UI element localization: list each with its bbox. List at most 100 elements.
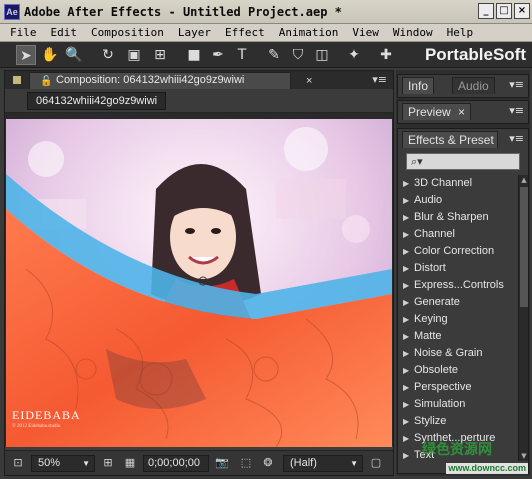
menu-layer[interactable]: Layer — [178, 25, 211, 41]
clone-stamp-tool-icon[interactable]: ⛉ — [288, 45, 308, 65]
composition-image: EIDEBABA © 2012 Eidebaba.studio — [6, 119, 392, 447]
expand-triangle-icon: ▶ — [403, 213, 410, 222]
expand-triangle-icon: ▶ — [403, 417, 410, 426]
expand-triangle-icon: ▶ — [403, 400, 410, 409]
close-tab-icon[interactable]: × — [458, 105, 465, 119]
effect-category[interactable]: ▶ Obsolete — [400, 362, 516, 379]
expand-triangle-icon: ▶ — [403, 196, 410, 205]
effect-category-label: Audio — [414, 194, 443, 206]
effect-category-label: Generate — [414, 296, 460, 308]
pin-tool-icon[interactable]: ✚ — [376, 45, 396, 65]
scroll-down-icon[interactable]: ▼ — [519, 451, 529, 461]
zoom-dropdown[interactable]: 50% ▼ — [31, 455, 95, 472]
mask-visibility-icon[interactable]: ▦ — [123, 456, 137, 470]
brush-tool-icon[interactable]: ✎ — [264, 45, 284, 65]
menu-edit[interactable]: Edit — [51, 25, 78, 41]
panel-menu-icon[interactable]: ▾≡ — [509, 78, 524, 92]
brand-label: PortableSoft — [424, 45, 526, 64]
effect-category[interactable]: ▶ Blur & Sharpen — [400, 209, 516, 226]
expand-triangle-icon: ▶ — [403, 451, 410, 460]
puppet-tool-icon[interactable]: ✦ — [344, 45, 364, 65]
composition-navigator: 064132whiii42go9z9wiwi — [5, 89, 393, 113]
expand-triangle-icon: ▶ — [403, 434, 410, 443]
tab-info[interactable]: Info — [402, 77, 435, 94]
menu-bar: File Edit Composition Layer Effect Anima… — [0, 24, 532, 42]
snapshot-icon[interactable]: 📷 — [215, 456, 229, 470]
effects-scrollbar[interactable]: ▲ ▼ — [518, 175, 528, 461]
composition-name-button[interactable]: 064132whiii42go9z9wiwi — [27, 92, 167, 110]
menu-file[interactable]: File — [10, 25, 37, 41]
effect-category[interactable]: ▶ Matte — [400, 328, 516, 345]
effect-category-label: Keying — [414, 313, 448, 325]
camera-tool-icon[interactable]: ▣ — [124, 45, 144, 65]
panel-menu-icon[interactable]: ▾≡ — [509, 132, 524, 146]
menu-animation[interactable]: Animation — [279, 25, 339, 41]
effect-category[interactable]: ▶ Perspective — [400, 379, 516, 396]
pan-behind-tool-icon[interactable]: ⊞ — [150, 45, 170, 65]
window-title: Adobe After Effects - Untitled Project.a… — [24, 5, 342, 19]
text-tool-icon[interactable]: T — [232, 45, 252, 65]
zoom-tool-icon[interactable]: 🔍 — [64, 45, 84, 65]
minimize-button[interactable]: _ — [478, 3, 494, 19]
effect-category[interactable]: ▶ Color Correction — [400, 243, 516, 260]
photo-watermark: EIDEBABA © 2012 Eidebaba.studio — [12, 409, 81, 433]
scroll-up-icon[interactable]: ▲ — [519, 175, 529, 185]
effect-category-label: Perspective — [414, 381, 472, 393]
menu-composition[interactable]: Composition — [91, 25, 164, 41]
panel-menu-icon[interactable]: ▾≡ — [509, 104, 524, 118]
effect-category[interactable]: ▶ Channel — [400, 226, 516, 243]
tab-effects-presets[interactable]: Effects & Preset — [402, 131, 498, 148]
lock-icon[interactable]: 🔓 — [40, 74, 52, 89]
tab-composition[interactable]: 🔓 Composition: 064132whiii42go9z9wiwi × — [29, 72, 312, 89]
selection-tool-icon[interactable]: ➤ — [16, 45, 36, 65]
hand-tool-icon[interactable]: ✋ — [40, 45, 60, 65]
eraser-tool-icon[interactable]: ◫ — [312, 45, 332, 65]
close-tab-icon[interactable]: × — [306, 74, 312, 89]
effect-category-label: Simulation — [414, 398, 466, 410]
effect-category[interactable]: ▶ Noise & Grain — [400, 345, 516, 362]
region-of-interest-icon[interactable]: ▢ — [369, 456, 383, 470]
resolution-dropdown[interactable]: (Half) ▼ — [283, 455, 363, 472]
color-channel-icon[interactable]: ❂ — [261, 456, 275, 470]
rectangle-tool-icon[interactable]: ■ — [184, 45, 204, 65]
tab-preview[interactable]: Preview × — [402, 103, 472, 120]
effect-category-label: Channel — [414, 228, 455, 240]
expand-triangle-icon: ▶ — [403, 247, 410, 256]
effect-category[interactable]: ▶ Audio — [400, 192, 516, 209]
rotation-tool-icon[interactable]: ↻ — [98, 45, 118, 65]
effect-category[interactable]: ▶ Stylize — [400, 413, 516, 430]
tab-info-label: Info — [408, 79, 429, 93]
effect-category[interactable]: ▶ Simulation — [400, 396, 516, 413]
effect-category[interactable]: ▶ Keying — [400, 311, 516, 328]
effect-category-label: Obsolete — [414, 364, 459, 376]
pen-tool-icon[interactable]: ✒ — [208, 45, 228, 65]
grid-icon[interactable]: ⊞ — [101, 456, 115, 470]
effect-category[interactable]: ▶ Distort — [400, 260, 516, 277]
composition-tab-label: Composition: 064132whiii42go9z9wiwi — [56, 74, 245, 86]
site-brand-watermark: 绿色资源网 — [422, 442, 492, 458]
expand-triangle-icon: ▶ — [403, 230, 410, 239]
menu-help[interactable]: Help — [447, 25, 474, 41]
always-preview-icon[interactable]: ⊡ — [11, 456, 25, 470]
show-snapshot-icon[interactable]: ⬚ — [239, 456, 253, 470]
menu-effect[interactable]: Effect — [225, 25, 265, 41]
menu-window[interactable]: Window — [393, 25, 433, 41]
composition-panel: 🔓 Composition: 064132whiii42go9z9wiwi × … — [4, 70, 394, 476]
maximize-button[interactable]: □ — [496, 3, 512, 19]
after-effects-logo-icon: Ae — [4, 4, 20, 20]
composition-viewer[interactable]: EIDEBABA © 2012 Eidebaba.studio — [5, 113, 393, 447]
scrollbar-thumb[interactable] — [520, 187, 528, 307]
effects-search-input[interactable]: ⌕▾ — [406, 153, 520, 170]
close-button[interactable]: × — [514, 3, 530, 19]
effect-category[interactable]: ▶ 3D Channel — [400, 175, 516, 192]
effect-category[interactable]: ▶ Express...Controls — [400, 277, 516, 294]
tab-audio[interactable]: Audio — [452, 77, 495, 94]
menu-view[interactable]: View — [352, 25, 379, 41]
effect-category[interactable]: ▶ Generate — [400, 294, 516, 311]
effect-category-label: Noise & Grain — [414, 347, 483, 359]
panel-grip-icon[interactable] — [13, 76, 21, 84]
panel-menu-icon[interactable]: ▾≡ — [372, 73, 387, 87]
expand-triangle-icon: ▶ — [403, 332, 410, 341]
timecode-field[interactable]: 0;00;00;00 — [143, 455, 209, 472]
chevron-down-icon: ▼ — [350, 459, 358, 468]
